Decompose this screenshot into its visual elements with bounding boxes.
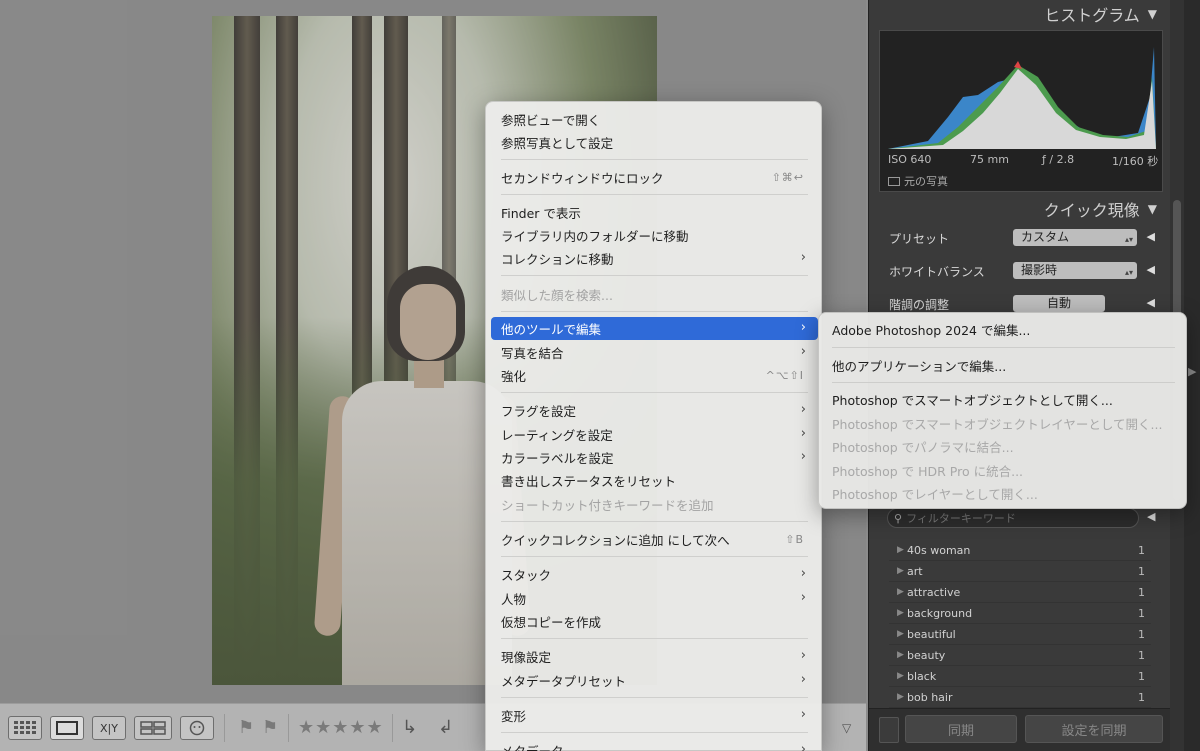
keyword-row[interactable]: ▶ beautiful 1 [889,624,1151,645]
aperture-readout: ƒ / 2.8 [1042,153,1075,166]
rotate-left-icon[interactable]: ↳ [402,716,417,740]
expand-left-icon[interactable]: ◀ [1147,263,1155,276]
menu-item-go-to-folder[interactable]: ライブラリ内のフォルダーに移動 [491,224,818,247]
submenu-chevron-icon: › [800,320,806,335]
edit-in-submenu: Adobe Photoshop 2024 で編集... 他のアプリケーションで編… [818,312,1187,509]
menu-item-edit-in-other-tool[interactable]: 他のツールで編集 › [491,317,818,340]
reject-flag-icon[interactable]: ⚑ [262,716,278,740]
rotate-right-icon[interactable]: ↲ [438,716,453,740]
menu-item-enhance[interactable]: 強化 ^⌥⇧I [491,364,818,387]
submenu-chevron-icon: › [800,344,806,359]
people-view-icon[interactable] [180,716,214,740]
menu-item-metadata[interactable]: メタデータ› [491,739,818,751]
submenu-chevron-icon: › [800,742,806,751]
survey-view-icon[interactable] [134,716,172,740]
original-photo-toggle[interactable]: 元の写真 [888,173,948,189]
histogram-panel[interactable]: ISO 640 75 mm ƒ / 2.8 1/160 秒 元の写真 [879,30,1163,192]
submenu-item-open-as-smart-object-layers: Photoshop でスマートオブジェクトレイヤーとして開く... [832,417,1163,432]
histogram-chart [888,47,1156,149]
menu-item-open-reference-view[interactable]: 参照ビューで開く [491,108,818,131]
menu-item-find-similar-faces: 類似した顔を検索... [501,288,613,303]
expand-left-icon[interactable]: ◀ [1147,510,1155,523]
menu-item-create-virtual-copy[interactable]: 仮想コピーを作成 [491,610,818,633]
keyword-row[interactable]: ▶ beauty 1 [889,645,1151,666]
keyword-row[interactable]: ▶ art 1 [889,561,1151,582]
menu-item-merge-photos[interactable]: 写真を結合 › [491,341,818,364]
compare-view-icon[interactable]: X|Y [92,716,126,740]
menu-item-set-color-label[interactable]: カラーラベルを設定 › [491,446,818,469]
submenu-chevron-icon: › [800,590,806,605]
menu-item-reset-export-status[interactable]: 書き出しステータスをリセット [491,469,818,492]
loupe-view-icon[interactable] [50,716,84,740]
submenu-chevron-icon: › [800,449,806,464]
submenu-item-edit-in-photoshop[interactable]: Adobe Photoshop 2024 で編集... [824,318,1183,341]
sync-button[interactable]: 同期 [905,715,1017,743]
search-icon: ⚲ [894,511,903,525]
submenu-item-open-as-layers: Photoshop でレイヤーとして開く... [832,487,1038,502]
submenu-chevron-icon: › [800,426,806,441]
keyword-row[interactable]: ▶ black 1 [889,666,1151,687]
collapse-triangle-icon[interactable]: ▼ [1148,7,1157,21]
checkbox-icon[interactable] [888,176,900,186]
submenu-chevron-icon: › [800,566,806,581]
histogram-header[interactable]: ヒストグラム ▼ [869,0,1171,28]
qd-row-preset: プリセット カスタム ▴▾ ◀ [889,229,1155,246]
sync-settings-button[interactable]: 設定を同期 [1025,715,1163,743]
context-menu: 参照ビューで開く 参照写真として設定 セカンドウィンドウにロック ⇧⌘↩ Find… [485,101,822,751]
flag-icon[interactable]: ⚑ [238,716,254,740]
submenu-chevron-icon: › [800,648,806,663]
submenu-item-merge-panorama: Photoshop でパノラマに結合... [832,440,1014,455]
quick-develop-header[interactable]: クイック現像 ▼ [869,195,1171,223]
preset-select[interactable]: カスタム ▴▾ [1013,229,1137,246]
menu-item-set-reference-photo[interactable]: 参照写真として設定 [491,131,818,154]
menu-item-metadata-presets[interactable]: メタデータプリセット › [491,669,818,692]
shutter-readout: 1/160 秒 [1112,155,1159,168]
submenu-chevron-icon: › [800,672,806,687]
menu-item-develop-settings[interactable]: 現像設定 › [491,645,818,668]
expand-left-icon[interactable]: ◀ [1147,230,1155,243]
white-balance-select[interactable]: 撮影時 ▴▾ [1013,262,1137,279]
auto-sync-toggle[interactable] [879,717,899,743]
sync-bar: 同期 設定を同期 [869,708,1171,751]
quick-develop-title: クイック現像 [1043,201,1140,220]
menu-item-add-to-quick-collection-next[interactable]: クイックコレクションに追加 にして次へ ⇧B [491,528,818,551]
collapse-triangle-icon[interactable]: ▼ [1148,202,1157,216]
toolbar-menu-chevron-icon[interactable]: ▽ [842,716,851,740]
menu-item-lock-second-window[interactable]: セカンドウィンドウにロック ⇧⌘↩ [491,166,818,189]
panel-toggle-arrow-icon[interactable]: ▶ [1188,365,1196,378]
keyword-row[interactable]: ▶ bob hair 1 [889,687,1151,708]
submenu-chevron-icon: › [800,707,806,722]
keyword-filter-input[interactable]: ⚲ フィルターキーワード [887,508,1139,528]
keyword-row[interactable]: ▶ background 1 [889,603,1151,624]
keyword-row[interactable]: ▶ attractive 1 [889,582,1151,603]
submenu-chevron-icon: › [800,402,806,417]
focal-length-readout: 75 mm [970,153,1009,166]
submenu-item-merge-hdr-pro: Photoshop で HDR Pro に統合... [832,464,1024,479]
submenu-chevron-icon: › [800,250,806,265]
expand-left-icon[interactable]: ◀ [1147,296,1155,309]
menu-item-stack[interactable]: スタック › [491,563,818,586]
histogram-title: ヒストグラム [1044,6,1140,25]
menu-item-add-shortcut-keyword: ショートカット付きキーワードを追加 [501,498,714,513]
auto-tone-button[interactable]: 自動 [1013,295,1105,312]
submenu-item-open-as-smart-object[interactable]: Photoshop でスマートオブジェクトとして開く... [824,388,1183,411]
keyword-row[interactable]: ▶ 40s woman 1 [889,540,1151,561]
star-rating[interactable]: ★★★★★ [298,716,384,740]
menu-item-go-to-collection[interactable]: コレクションに移動 › [491,247,818,270]
menu-item-people[interactable]: 人物 › [491,587,818,610]
submenu-item-edit-in-other-app[interactable]: 他のアプリケーションで編集... [824,354,1183,377]
iso-readout: ISO 640 [888,153,932,166]
menu-item-show-in-finder[interactable]: Finder で表示 [491,201,818,224]
qd-row-white-balance: ホワイトバランス 撮影時 ▴▾ ◀ [889,262,1155,279]
menu-item-transform[interactable]: 変形 › [491,704,818,727]
menu-item-set-rating[interactable]: レーティングを設定 › [491,423,818,446]
grid-view-icon[interactable] [8,716,42,740]
menu-item-set-flag[interactable]: フラグを設定 › [491,399,818,422]
